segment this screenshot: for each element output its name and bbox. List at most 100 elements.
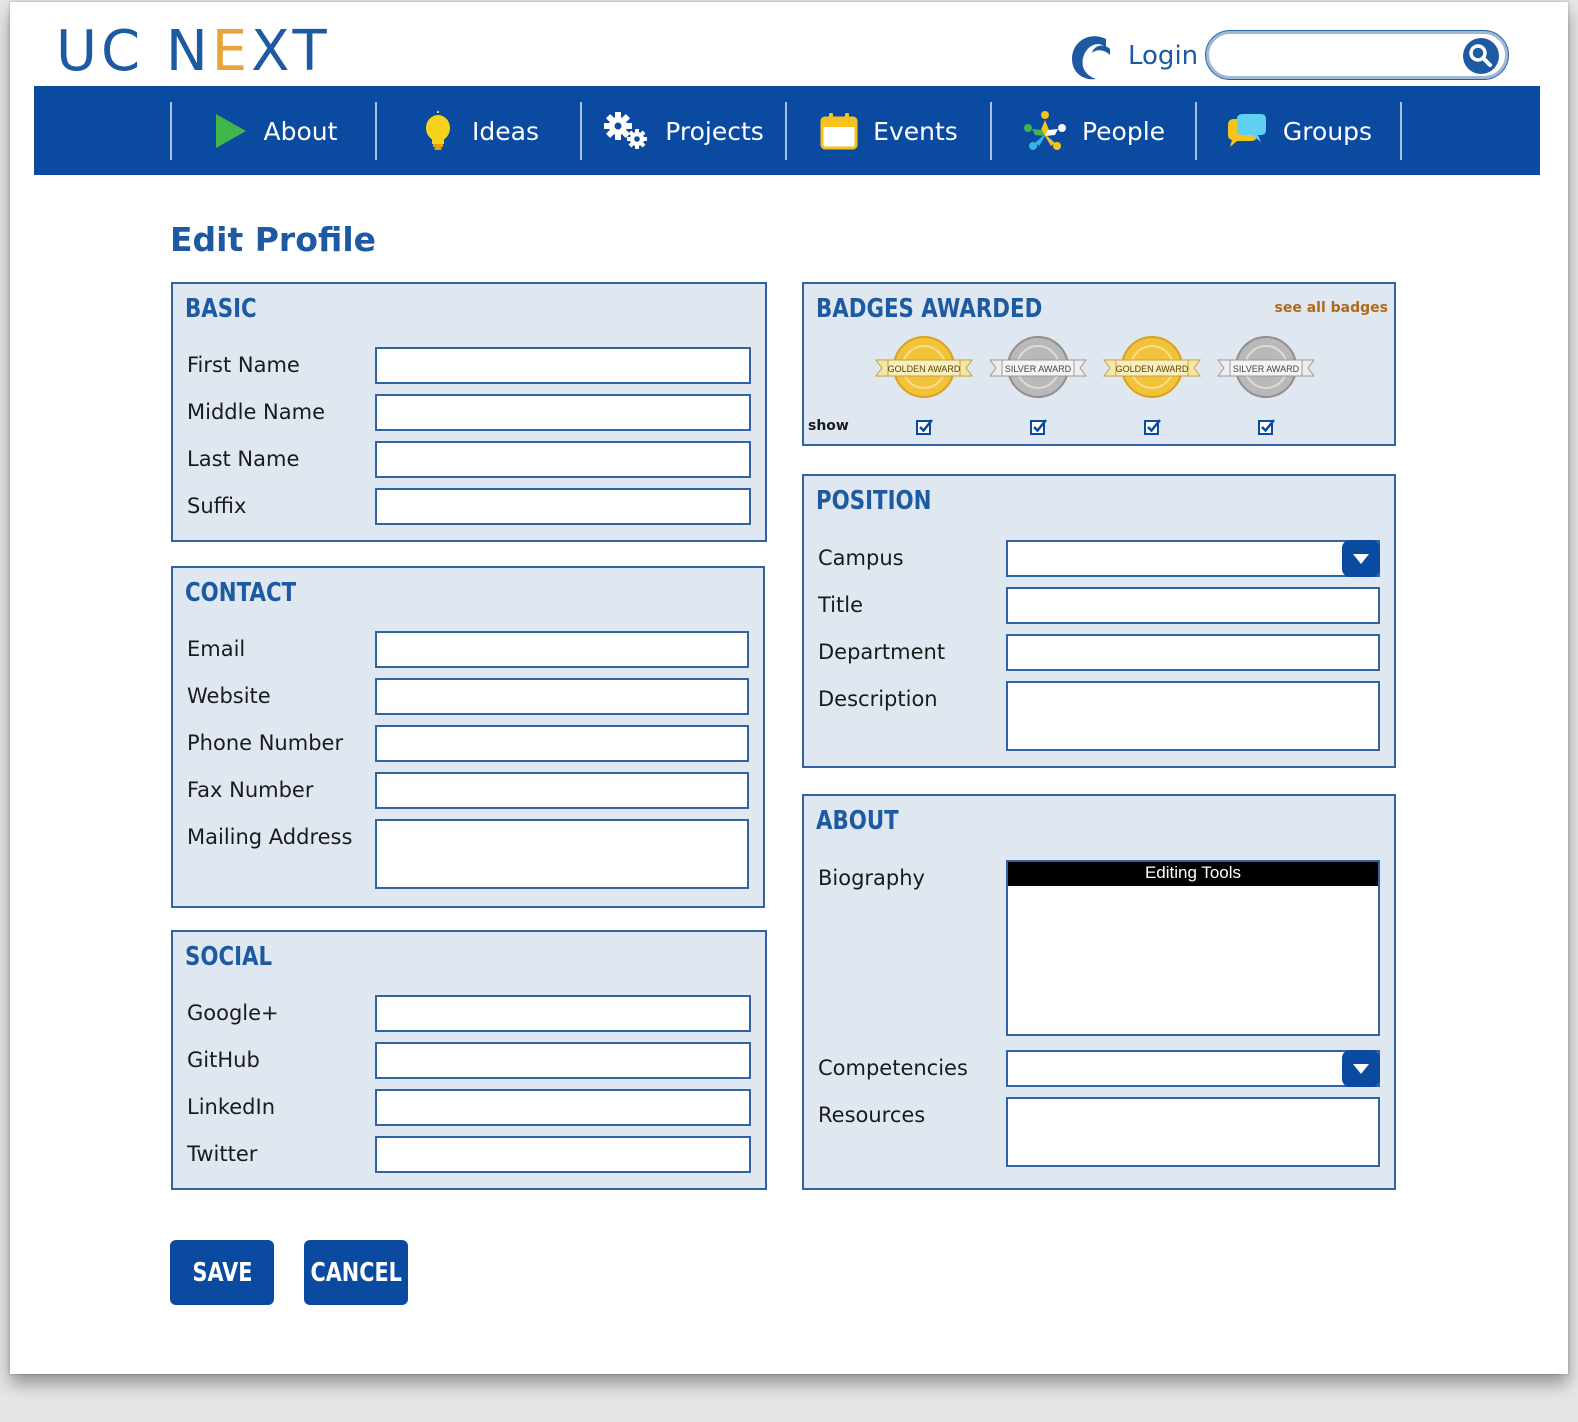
social-panel: SOCIAL Google+ GitHub LinkedIn Twitter xyxy=(171,930,767,1190)
nav-label-groups: Groups xyxy=(1282,116,1373,146)
campus-select[interactable] xyxy=(1006,540,1380,577)
nav-item-people[interactable]: People xyxy=(992,102,1197,160)
logo-text-right: XT xyxy=(251,19,331,84)
nav-item-ideas[interactable]: Ideas xyxy=(377,102,582,160)
resources-label: Resources xyxy=(818,1103,926,1127)
login-swirl-icon xyxy=(1072,36,1110,80)
title-label: Title xyxy=(818,593,864,617)
description-label: Description xyxy=(818,687,938,711)
department-label: Department xyxy=(818,640,946,664)
badges-title: BADGES AWARDED xyxy=(816,294,1043,324)
show-checkbox-icon[interactable] xyxy=(1144,418,1162,436)
contact-panel: CONTACT Email Website Phone Number Fax N… xyxy=(171,566,765,908)
magnifier-icon xyxy=(1469,44,1492,67)
badge-caption-2: GOLDEN AWARD xyxy=(1116,364,1189,374)
nav-label-events: Events xyxy=(873,116,958,146)
last-name-field[interactable] xyxy=(375,441,751,478)
position-title: POSITION xyxy=(816,486,932,516)
chat-bubbles-icon xyxy=(1227,114,1266,147)
show-checkbox-icon[interactable] xyxy=(1258,418,1276,436)
silver-award-badge: SILVER AWARD xyxy=(1217,336,1315,398)
badge-caption-0: GOLDEN AWARD xyxy=(888,364,961,374)
middle-name-label: Middle Name xyxy=(187,400,325,424)
biography-label: Biography xyxy=(818,866,925,890)
see-all-badges-link[interactable]: see all badges xyxy=(1275,300,1388,316)
phone-label: Phone Number xyxy=(187,731,344,755)
website-label: Website xyxy=(187,684,271,708)
fax-field[interactable] xyxy=(375,772,749,809)
main-nav: About Ideas Projects Events People Group… xyxy=(34,86,1540,175)
about-title: ABOUT xyxy=(816,806,899,836)
mailing-address-field[interactable] xyxy=(375,819,749,889)
badge-list: GOLDEN AWARD SILVER AWARD GOLDEN AWARD S… xyxy=(874,332,1316,402)
nav-list: About Ideas Projects Events People Group… xyxy=(170,102,1402,160)
login-link[interactable]: Login xyxy=(1066,28,1198,84)
description-field[interactable] xyxy=(1006,681,1380,751)
twitter-field[interactable] xyxy=(375,1136,751,1173)
title-field[interactable] xyxy=(1006,587,1380,624)
cancel-button[interactable]: CANCEL xyxy=(304,1240,408,1305)
silver-award-badge: SILVER AWARD xyxy=(989,336,1087,398)
competencies-select[interactable] xyxy=(1006,1050,1380,1087)
uc-next-logo[interactable]: UC NEXT xyxy=(56,20,331,84)
website-field[interactable] xyxy=(375,678,749,715)
golden-award-badge: GOLDEN AWARD xyxy=(875,336,973,398)
first-name-label: First Name xyxy=(187,353,300,377)
competencies-label: Competencies xyxy=(818,1056,968,1080)
department-field[interactable] xyxy=(1006,634,1380,671)
search-input[interactable] xyxy=(1223,40,1457,70)
google-plus-label: Google+ xyxy=(187,1001,279,1025)
github-field[interactable] xyxy=(375,1042,751,1079)
logo-text-left: UC N xyxy=(56,19,212,84)
logo-text-x: E xyxy=(211,19,252,84)
social-title: SOCIAL xyxy=(185,942,273,972)
save-button[interactable]: SAVE xyxy=(170,1240,274,1305)
lightbulb-icon xyxy=(426,111,451,150)
nav-item-about[interactable]: About xyxy=(172,102,377,160)
show-checkbox-icon[interactable] xyxy=(1030,418,1048,436)
gears-icon xyxy=(604,112,648,149)
badge-caption-3: SILVER AWARD xyxy=(1233,364,1300,374)
position-panel: POSITION Campus Title Department Descrip… xyxy=(802,474,1396,768)
nav-item-groups[interactable]: Groups xyxy=(1197,102,1402,160)
chevron-down-icon[interactable] xyxy=(1342,1050,1380,1087)
first-name-field[interactable] xyxy=(375,347,751,384)
people-icon xyxy=(1023,111,1066,150)
show-checkboxes xyxy=(916,418,1276,436)
email-label: Email xyxy=(187,637,246,661)
biography-editor: Editing Tools xyxy=(1006,860,1380,1036)
twitter-label: Twitter xyxy=(187,1142,258,1166)
basic-title: BASIC xyxy=(185,294,257,324)
chevron-down-icon[interactable] xyxy=(1342,540,1380,577)
editing-tools-bar[interactable]: Editing Tools xyxy=(1008,862,1378,886)
page-title: Edit Profile xyxy=(170,220,377,259)
page: UC NEXT Login About Ideas Projects Event… xyxy=(10,2,1568,1374)
basic-panel: BASIC First Name Middle Name Last Name S… xyxy=(171,282,767,542)
linkedin-field[interactable] xyxy=(375,1089,751,1126)
nav-item-events[interactable]: Events xyxy=(787,102,992,160)
email-field[interactable] xyxy=(375,631,749,668)
last-name-label: Last Name xyxy=(187,447,300,471)
resources-field[interactable] xyxy=(1006,1097,1380,1167)
save-label: SAVE xyxy=(192,1257,252,1288)
nav-label-ideas: Ideas xyxy=(472,116,539,146)
nav-item-projects[interactable]: Projects xyxy=(582,102,787,160)
search-button[interactable] xyxy=(1463,38,1499,74)
login-label: Login xyxy=(1128,41,1199,71)
middle-name-field[interactable] xyxy=(375,394,751,431)
badge-caption-1: SILVER AWARD xyxy=(1005,364,1072,374)
linkedin-label: LinkedIn xyxy=(187,1095,276,1119)
nav-label-about: About xyxy=(263,116,338,146)
google-plus-field[interactable] xyxy=(375,995,751,1032)
show-label: show xyxy=(808,418,849,434)
about-panel: ABOUT Biography Editing Tools Competenci… xyxy=(802,794,1396,1190)
show-checkbox-icon[interactable] xyxy=(916,418,934,436)
campus-label: Campus xyxy=(818,546,904,570)
search-box xyxy=(1206,31,1508,79)
biography-field[interactable] xyxy=(1008,886,1378,1034)
calendar-icon xyxy=(820,113,858,150)
suffix-field[interactable] xyxy=(375,488,751,525)
phone-field[interactable] xyxy=(375,725,749,762)
nav-label-projects: Projects xyxy=(665,116,764,146)
suffix-label: Suffix xyxy=(187,494,247,518)
